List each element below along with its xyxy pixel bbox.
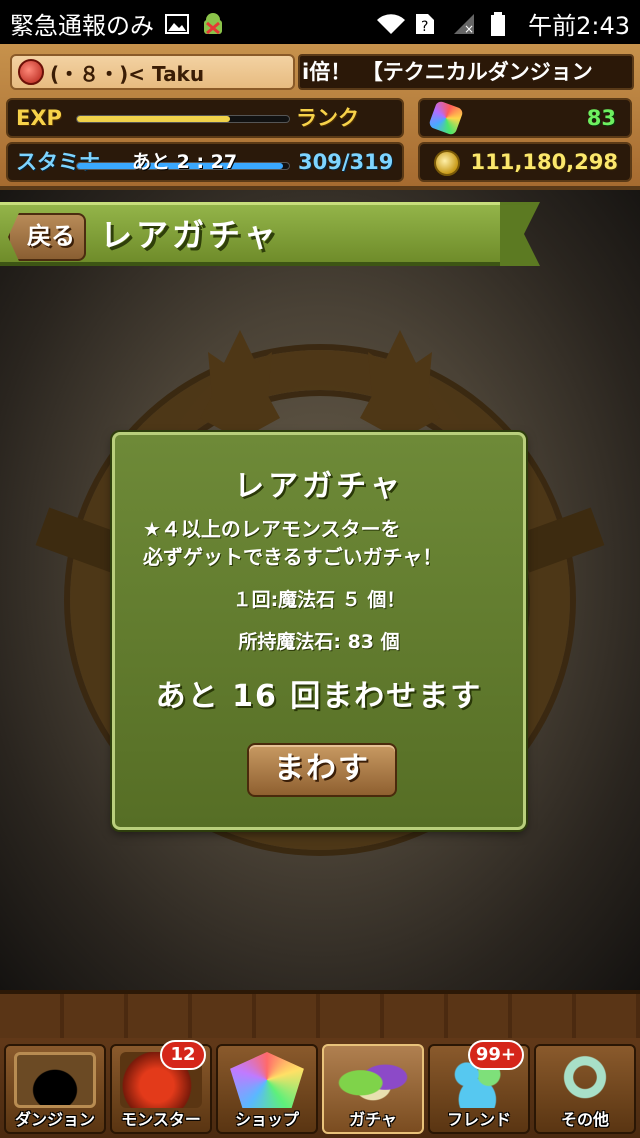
nav-monster-label: モンスター — [121, 1110, 201, 1129]
coin-count: 111,180,298 — [470, 150, 618, 174]
friend-badge: 99+ — [467, 1040, 524, 1070]
magic-stone-panel[interactable]: 83 — [418, 98, 632, 138]
magic-stone-count: 83 — [586, 106, 616, 130]
nav-dungeon-label: ダンジョン — [14, 1110, 95, 1129]
no-sim-icon: ? — [414, 12, 440, 36]
bottom-nav-decor — [0, 994, 640, 1038]
spin-button[interactable]: まわす — [247, 743, 397, 797]
player-name: (・８・)< Taku — [50, 61, 205, 86]
nav-other-label: その他 — [560, 1110, 609, 1129]
page-title: レアガチャ — [100, 216, 280, 254]
gacha-dialog: レアガチャ ★４以上のレアモンスターを 必ずゲットできるすごいガチャ！ １回:魔… — [112, 432, 526, 830]
nav-gacha-label: ガチャ — [349, 1110, 397, 1129]
svg-text:×: × — [464, 22, 474, 36]
exp-bar — [76, 115, 290, 123]
android-debug-icon — [200, 12, 226, 36]
magic-stone-icon — [428, 100, 464, 136]
dialog-description-line1: ★４以上のレアモンスターを — [143, 517, 401, 541]
nav-gacha[interactable]: ガチャ — [322, 1044, 424, 1134]
dialog-remaining: あと 16 回まわせます — [155, 679, 483, 714]
nav-other[interactable]: その他 — [534, 1044, 636, 1134]
player-header: (・８・)< Taku i倍！ 【テクニカルダンジョン EXP ランク 605 … — [0, 44, 640, 190]
exp-bar-fill — [77, 116, 230, 122]
nav-dungeon[interactable]: ダンジョン — [4, 1044, 106, 1134]
wifi-icon — [376, 12, 406, 36]
monster-badge: 12 — [160, 1040, 206, 1070]
dialog-description-line2: 必ずゲットできるすごいガチャ！ — [143, 545, 443, 569]
nav-shop-label: ショップ — [234, 1110, 299, 1129]
nav-monster[interactable]: 12 モンスター — [110, 1040, 212, 1134]
image-notification-icon — [164, 12, 190, 36]
dungeon-gate-icon — [14, 1052, 96, 1108]
dialog-description: ★４以上のレアモンスターを 必ずゲットできるすごいガチャ！ — [143, 515, 503, 571]
stamina-panel: スタミナ あと 2 : 27 309/319 — [6, 142, 404, 182]
status-bar: 緊急通報のみ ? × 午前2:43 — [0, 0, 640, 44]
dialog-cost: １回:魔法石 ５ 個！ — [232, 589, 406, 611]
coin-icon — [434, 150, 460, 176]
battery-icon — [490, 11, 516, 36]
nav-friend[interactable]: 99+ フレンド — [428, 1040, 530, 1134]
player-rank-gem-icon — [18, 59, 44, 85]
clock: 午前2:43 — [528, 12, 630, 40]
coin-panel: 111,180,298 — [418, 142, 632, 182]
bottom-nav: ダンジョン 12 モンスター ショップ ガチャ 99+ フレンド その他 — [0, 990, 640, 1138]
page-title-bar: 戻る レアガチャ — [0, 202, 520, 266]
nav-shop[interactable]: ショップ — [216, 1044, 318, 1134]
nav-friend-label: フレンド — [446, 1110, 511, 1129]
rainbow-gem-icon — [230, 1052, 304, 1108]
back-button[interactable]: 戻る — [8, 213, 86, 261]
emblem-flame-left-icon — [200, 330, 280, 440]
stamina-timer: あと 2 : 27 — [132, 151, 238, 173]
player-name-box[interactable]: (・８・)< Taku — [10, 54, 295, 90]
carrier-text: 緊急通報のみ — [10, 12, 154, 40]
egg-icon — [332, 1052, 414, 1108]
signal-icon: × — [452, 12, 478, 36]
dialog-owned-stones: 所持魔法石: 83 個 — [238, 631, 400, 653]
title-bar-tail — [500, 202, 540, 266]
svg-text:?: ? — [421, 19, 428, 35]
gacha-screen: 戻る レアガチャ レアガチャ ★４以上のレアモンスターを 必ずゲットできるすごい… — [0, 190, 640, 990]
news-ticker: i倍！ 【テクニカルダンジョン — [298, 54, 634, 90]
question-icon — [544, 1052, 626, 1108]
dialog-title: レアガチャ — [234, 469, 404, 504]
exp-panel: EXP ランク 605 — [6, 98, 404, 166]
exp-label: EXP — [16, 106, 62, 130]
emblem-flame-right-icon — [360, 330, 440, 440]
stamina-value: 309/319 — [298, 150, 394, 174]
